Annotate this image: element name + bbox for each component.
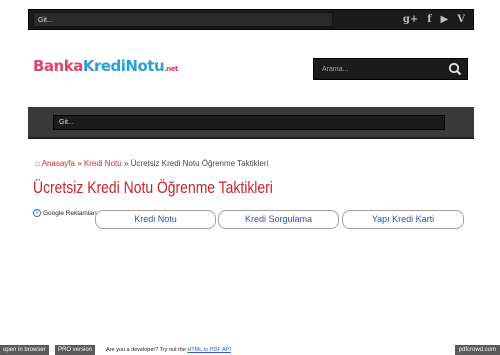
search-icon (448, 62, 462, 76)
ad-button-kredi-notu[interactable]: Kredi Notu (95, 210, 216, 229)
vimeo-icon[interactable]: V (457, 13, 465, 27)
pro-version-button[interactable]: PRO version (55, 345, 96, 355)
developer-text: Are you a developer? Try out the HTML to… (106, 345, 231, 355)
developer-text-label: Are you a developer? Try out the (106, 347, 186, 353)
main-nav-select[interactable]: Git... (53, 115, 445, 130)
search-input[interactable]: Arama... (318, 62, 436, 77)
breadcrumb-category[interactable]: Kredi Notu (84, 159, 122, 168)
ad-row: i Google Reklamları Kredi Notu Kredi Sor… (33, 208, 466, 230)
breadcrumb-home[interactable]: Anasayfa (42, 159, 75, 168)
breadcrumb-current: Ücretsiz Kredi Notu Öğrenme Taktikleri (130, 159, 269, 168)
breadcrumb: ⌂ Anasayfa » Kredi Notu » Ücretsiz Kredi… (35, 159, 268, 168)
facebook-icon[interactable]: f (427, 13, 431, 27)
search-box: Arama... (313, 58, 468, 80)
info-icon: i (33, 209, 41, 217)
site-logo[interactable]: BankaKrediNotu.net (33, 56, 178, 75)
pdfcrowd-brand[interactable]: pdfcrowd.com (454, 345, 500, 355)
top-nav-select[interactable]: Git... (33, 12, 333, 27)
pdfcrowd-bar: open in browser PRO version Are you a de… (0, 345, 500, 355)
search-button[interactable] (447, 61, 463, 77)
breadcrumb-sep: » (123, 159, 129, 168)
html-to-pdf-link[interactable]: HTML to PDF API (187, 347, 231, 353)
ad-label-text: Google Reklamları (43, 209, 97, 217)
main-nav: Git... (28, 107, 474, 139)
top-nav: Git... g+ f ▶ V (28, 9, 474, 30)
logo-part-3: .net (164, 65, 178, 73)
open-in-browser-button[interactable]: open in browser (0, 345, 49, 355)
ad-label[interactable]: i Google Reklamları (33, 209, 97, 217)
ad-button-yapi-kredi-karti[interactable]: Yapı Kredi Karti (342, 210, 464, 229)
logo-part-1: Banka (33, 57, 83, 75)
logo-part-2: KrediNotu (82, 57, 165, 75)
page: Git... g+ f ▶ V BankaKrediNotu.net Arama… (0, 0, 500, 355)
youtube-icon[interactable]: ▶ (441, 13, 449, 27)
social-links: g+ f ▶ V (403, 13, 465, 27)
breadcrumb-sep: » (77, 159, 82, 168)
page-title: Ücretsiz Kredi Notu Öğrenme Taktikleri (33, 178, 273, 197)
ad-button-kredi-sorgulama[interactable]: Kredi Sorgulama (218, 210, 339, 229)
home-icon: ⌂ (35, 159, 40, 168)
google-plus-icon[interactable]: g+ (403, 13, 418, 27)
top-bar: Git... g+ f ▶ V (0, 0, 500, 38)
